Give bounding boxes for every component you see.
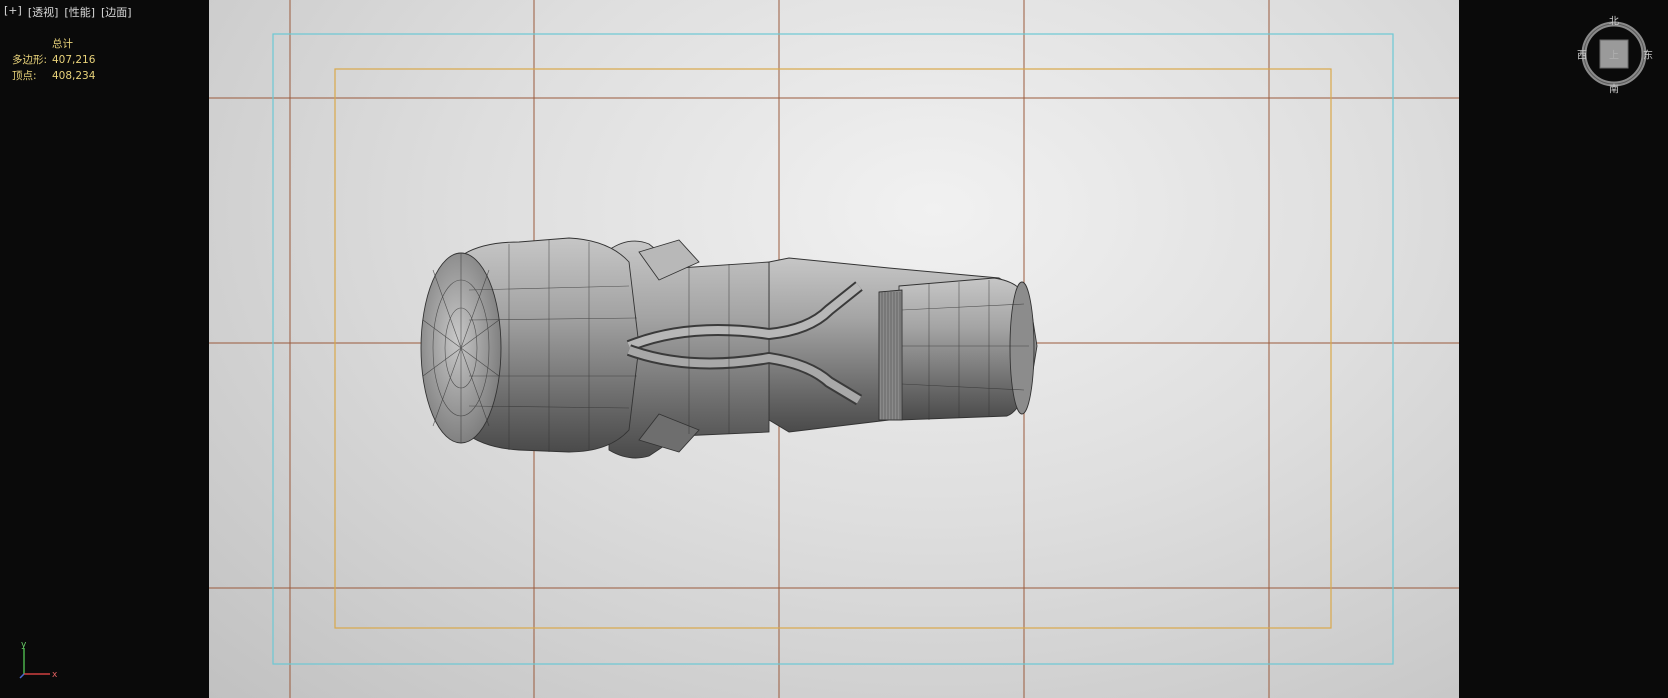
scene-statistics: 总计 多边形: 407,216 顶点: 408,234 xyxy=(12,36,95,84)
stats-label-vertices: 顶点: xyxy=(12,70,37,82)
stats-value-vertices: 408,234 xyxy=(52,70,96,82)
compass-north[interactable]: 北 xyxy=(1609,13,1619,28)
viewport-scene xyxy=(209,0,1459,698)
axis-y-label: y xyxy=(21,640,27,650)
axis-z-line xyxy=(19,673,25,679)
stats-row-polygons: 多边形: 407,216 xyxy=(12,52,95,68)
stats-label-polygons: 多边形: xyxy=(12,54,48,66)
compass-east[interactable]: 东 xyxy=(1643,47,1653,62)
stats-row-vertices: 顶点: 408,234 xyxy=(12,68,95,84)
compass-west[interactable]: 西 xyxy=(1577,47,1587,62)
stats-header: 总计 xyxy=(52,38,73,50)
viewcube[interactable]: 上 北 南 西 东 xyxy=(1577,17,1653,96)
viewport-shading-menu[interactable]: [边面] xyxy=(101,4,132,20)
viewcube-face-label: 上 xyxy=(1609,50,1619,62)
viewport-performance-menu[interactable]: [性能] xyxy=(64,4,95,20)
viewport-label-menu: [+] [透视] [性能] [边面] xyxy=(4,4,132,20)
axis-x-label: x xyxy=(52,670,58,680)
axis-gizmo: y x xyxy=(19,640,58,680)
compass-south[interactable]: 南 xyxy=(1609,81,1619,96)
viewport-view-menu[interactable]: [透视] xyxy=(28,4,59,20)
viewport-render-area[interactable] xyxy=(209,0,1459,698)
viewport-plus-menu[interactable]: [+] xyxy=(4,4,22,20)
stats-value-polygons: 407,216 xyxy=(52,54,96,66)
